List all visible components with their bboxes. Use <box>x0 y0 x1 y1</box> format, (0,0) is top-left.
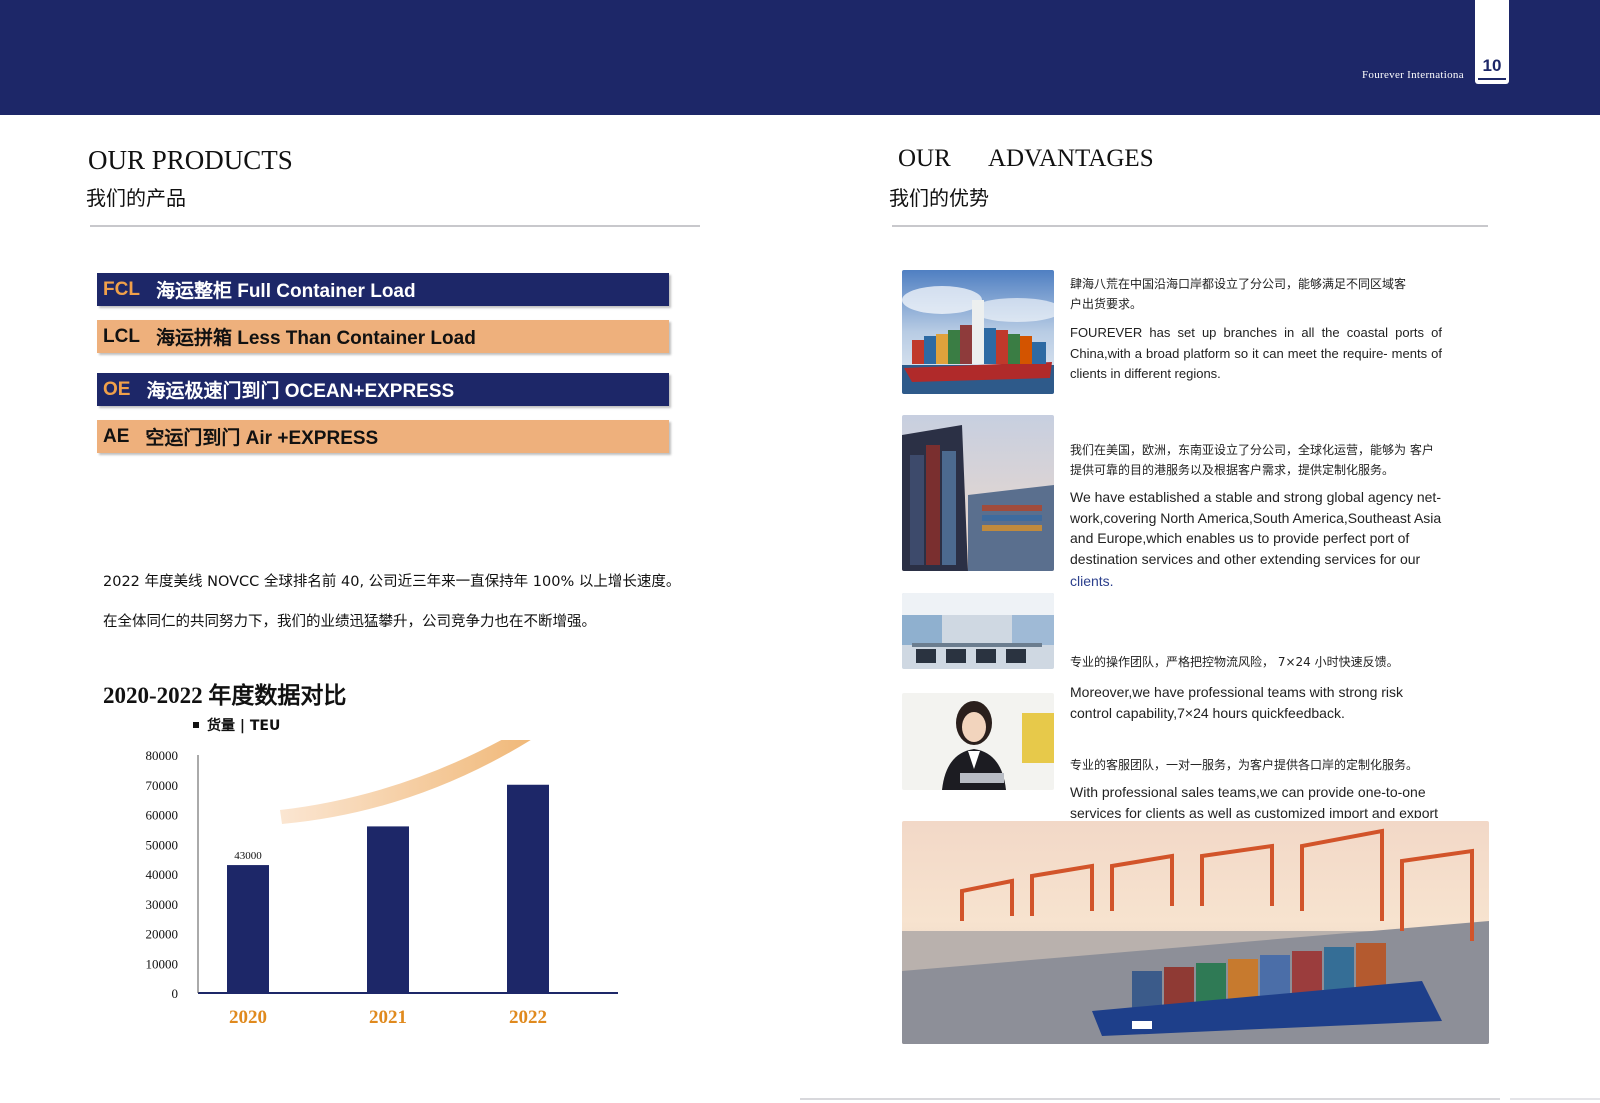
advantage-en-2: We have established a stable and strong … <box>1070 489 1442 567</box>
advantage-cn-1: 肆海八荒在中国沿海口岸都设立了分公司，能够满足不同区域客 <box>1070 277 1407 291</box>
product-code: OE <box>103 378 131 400</box>
container-ship-photo <box>902 270 1054 394</box>
advantage-block-3: 专业的操作团队，严格把控物流风险， 7×24 小时快速反馈。 Moreover,… <box>1070 654 1442 723</box>
advantage-en-2-tail: clients. <box>1070 573 1114 589</box>
port-cranes-photo <box>902 821 1489 1044</box>
bottom-divider <box>800 1098 1500 1100</box>
advantage-cn-3: 专业的操作团队，严格把控物流风险， 7×24 小时快速反馈。 <box>1070 655 1399 669</box>
products-paragraph-1: 2022 年度美线 NOVCC 全球排名前 40, 公司近三年来一直保持年 10… <box>103 574 681 590</box>
legend-label: 货量 | TEU <box>207 718 281 734</box>
port-ship-photo <box>902 415 1054 571</box>
advantage-block-2: 我们在美国，欧洲，东南亚设立了分公司，全球化运营，能够为 客户提供可靠的目的港服… <box>1070 440 1442 592</box>
chart-legend: 货量 | TEU <box>193 715 280 735</box>
y-tick-label: 30000 <box>146 897 179 912</box>
product-label: 海运极速门到门 OCEAN+EXPRESS <box>146 381 455 402</box>
y-tick-label: 10000 <box>146 956 179 971</box>
advantage-cn-2: 我们在美国，欧洲，东南亚设立了分公司，全球化运营，能够为 客户提供可靠的目的港服… <box>1070 443 1434 477</box>
advantage-en-3: Moreover,we have professional teams with… <box>1070 684 1404 721</box>
page-number: 10 <box>1482 56 1502 75</box>
product-label: 空运门到门 Air +EXPRESS <box>145 428 379 449</box>
product-code: FCL <box>103 278 140 300</box>
y-tick-label: 0 <box>172 986 179 1001</box>
advantage-en-4-wrap: With professional sales teams,we can pro… <box>1070 782 1442 818</box>
x-tick-label: 2022 <box>509 1007 547 1028</box>
y-tick-label: 20000 <box>146 927 179 942</box>
volume-bar-chart: 0 10000 20000 30000 40000 50000 60000 70000 8000… <box>146 740 618 1028</box>
product-code: LCL <box>103 325 140 347</box>
product-code: AE <box>103 425 130 447</box>
customer-service-photo <box>902 693 1054 790</box>
x-tick-label: 2020 <box>229 1007 267 1028</box>
chart-bar <box>227 865 269 993</box>
office-photo <box>902 593 1054 669</box>
products-title-cn: 我们的产品 <box>86 186 186 210</box>
advantages-divider <box>892 225 1488 227</box>
bar-data-label: 43000 <box>234 850 262 862</box>
advantage-cn-1b: 户出货要求。 <box>1070 297 1143 311</box>
product-bar-ae: AE 空运门到门 Air +EXPRESS <box>97 420 669 453</box>
product-bar-oe: OE 海运极速门到门 OCEAN+EXPRESS <box>97 373 669 406</box>
product-label: 海运拼箱 Less Than Container Load <box>155 328 476 349</box>
brand-name: Fourever Internationa <box>1362 69 1464 81</box>
advantage-block-4: 专业的客服团队，一对一服务，为客户提供各口岸的定制化服务。 <box>1070 757 1442 773</box>
advantage-en-1: FOUREVER has set up branches in all the … <box>1070 325 1442 381</box>
y-tick-label: 70000 <box>146 778 179 793</box>
advantage-cn-4: 专业的客服团队，一对一服务，为客户提供各口岸的定制化服务。 <box>1070 758 1419 772</box>
product-bar-fcl: FCL 海运整柜 Full Container Load <box>97 273 669 306</box>
advantage-block-1: 肆海八荒在中国沿海口岸都设立了分公司，能够满足不同区域客 户出货要求。 FOUR… <box>1070 276 1442 385</box>
advantages-title-cn: 我们的优势 <box>889 186 989 210</box>
legend-swatch <box>193 722 199 728</box>
y-tick-label: 40000 <box>146 867 179 882</box>
y-tick-label: 50000 <box>146 837 179 852</box>
products-title-en: OUR PRODUCTS <box>88 145 293 175</box>
products-paragraph-2: 在全体同仁的共同努力下，我们的业绩迅猛攀升，公司竞争力也在不断增强。 <box>103 614 596 630</box>
y-tick-label: 60000 <box>146 808 179 823</box>
advantage-en-4: With professional sales teams,we can pro… <box>1070 784 1439 818</box>
chart-bar <box>507 784 549 993</box>
page-number-underline <box>1478 78 1506 80</box>
bottom-divider-right <box>1510 1098 1600 1100</box>
chart-title: 2020-2022 年度数据对比 <box>103 683 347 708</box>
x-tick-label: 2021 <box>369 1007 407 1028</box>
header-band <box>0 0 1600 115</box>
product-label: 海运整柜 Full Container Load <box>155 281 416 302</box>
y-tick-label: 80000 <box>146 748 179 763</box>
products-divider <box>90 225 700 227</box>
product-bar-lcl: LCL 海运拼箱 Less Than Container Load <box>97 320 669 353</box>
advantages-title-en-2: ADVANTAGES <box>988 145 1154 172</box>
advantages-title-en-1: OUR <box>898 145 951 172</box>
chart-bar <box>367 826 409 993</box>
growth-arrow <box>280 740 531 824</box>
